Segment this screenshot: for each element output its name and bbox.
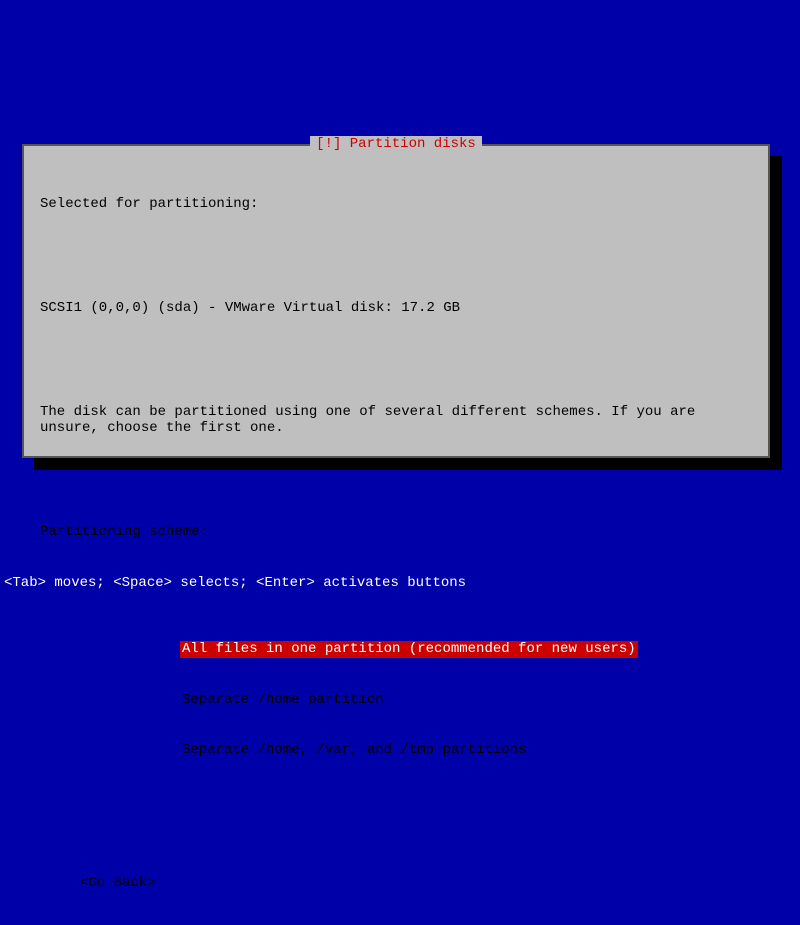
dialog-content: Selected for partitioning: SCSI1 (0,0,0)…: [40, 162, 752, 925]
selected-for-label: Selected for partitioning:: [40, 196, 752, 213]
blank: [40, 473, 752, 489]
scheme-label: Partitioning scheme:: [40, 524, 752, 541]
partition-dialog: [!] Partition disks Selected for partiti…: [22, 144, 770, 458]
option-separate-home-var-tmp[interactable]: Separate /home, /var, and /tmp partition…: [180, 742, 528, 759]
scheme-options: All files in one partition (recommended …: [180, 608, 752, 793]
blank: [40, 248, 752, 264]
disk-info: SCSI1 (0,0,0) (sda) - VMware Virtual dis…: [40, 300, 752, 317]
dialog-title-wrap: [!] Partition disks: [24, 136, 768, 153]
option-all-files[interactable]: All files in one partition (recommended …: [180, 641, 638, 658]
hint-bar: <Tab> moves; <Space> selects; <Enter> ac…: [4, 575, 466, 592]
dialog-title: [!] Partition disks: [310, 136, 482, 153]
description: The disk can be partitioned using one of…: [40, 404, 752, 438]
go-back-button[interactable]: <Go Back>: [80, 875, 752, 892]
blank: [40, 352, 752, 368]
option-separate-home[interactable]: Separate /home partition: [180, 692, 386, 709]
